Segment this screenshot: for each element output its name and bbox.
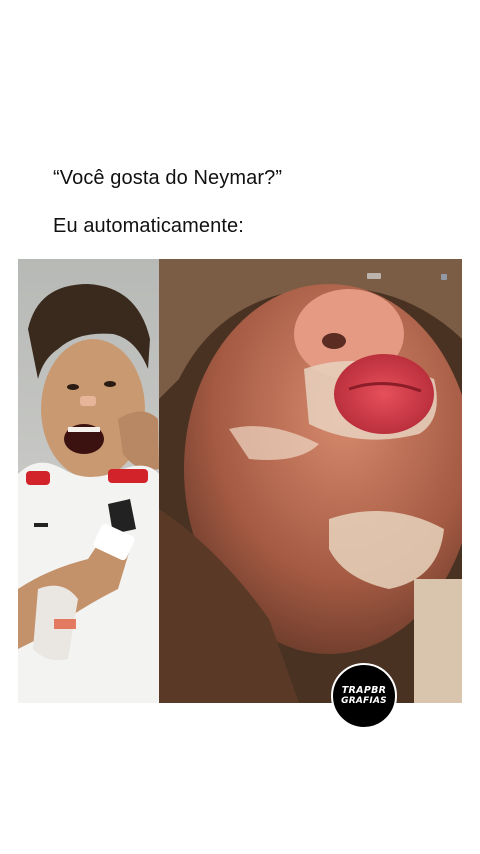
player-photo [18,259,159,703]
caption-question: “Você gosta do Neymar?” [53,167,283,189]
caption-reaction: Eu automaticamente: [53,215,244,237]
watermark-logo: TRAPBR GRAFIAS [331,663,397,729]
watermark-text-line1: TRAPBR [341,685,387,696]
meme-image [18,259,462,703]
kiss-face-photo [159,259,462,703]
watermark-text-line2: GRAFIAS [341,696,387,706]
